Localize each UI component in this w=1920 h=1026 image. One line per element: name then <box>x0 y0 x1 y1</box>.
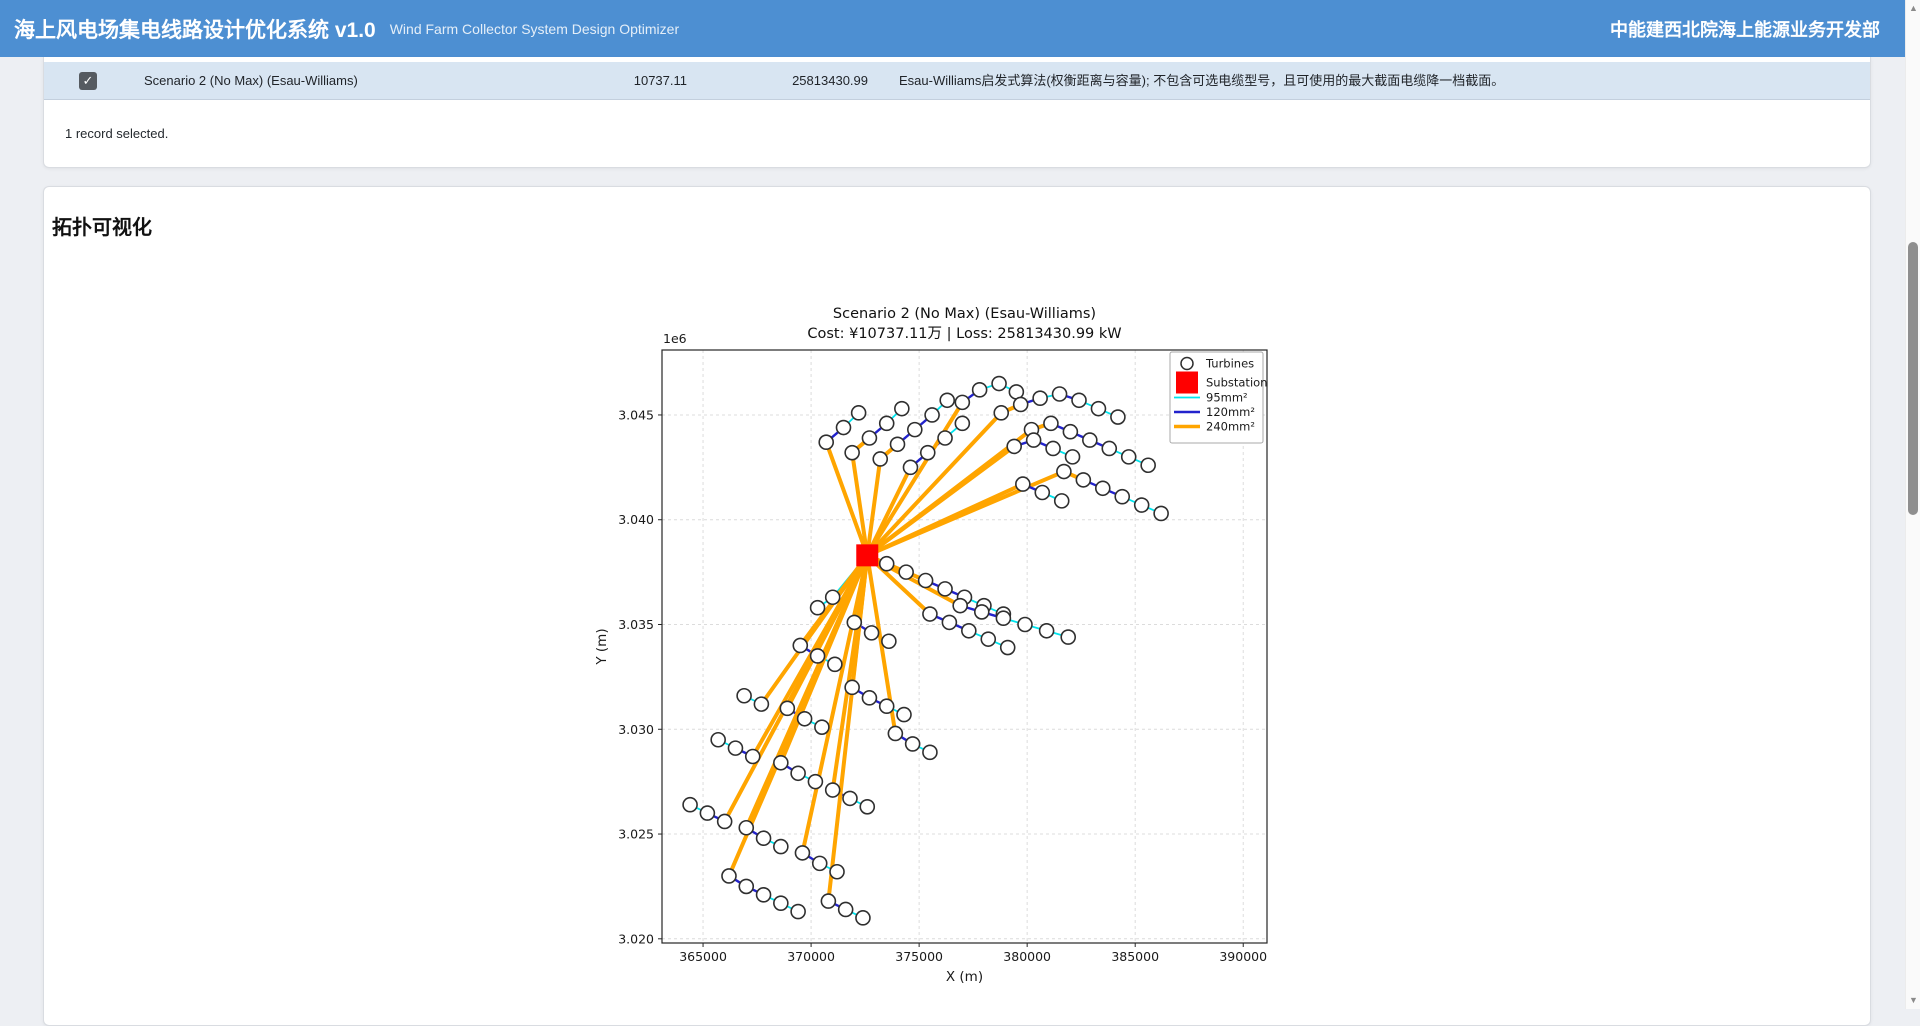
scroll-up-icon[interactable]: ▲ <box>1906 1 1920 16</box>
turbine-nodes <box>683 377 1168 925</box>
svg-text:390000: 390000 <box>1219 949 1267 964</box>
svg-text:3.040: 3.040 <box>618 512 654 527</box>
scroll-down-icon[interactable]: ▼ <box>1906 993 1920 1008</box>
svg-text:3.045: 3.045 <box>618 407 654 422</box>
svg-text:Substation: Substation <box>1206 376 1267 390</box>
scenario-cost: 10737.11 <box>564 62 687 100</box>
svg-text:3.035: 3.035 <box>618 617 654 632</box>
svg-text:3.030: 3.030 <box>618 722 654 737</box>
results-table-card: ✓ Scenario 2 (No Max) (Esau-Williams) 10… <box>43 57 1871 168</box>
app-header: 海上风电场集电线路设计优化系统 v1.0 Wind Farm Collector… <box>0 0 1920 57</box>
svg-text:380000: 380000 <box>1003 949 1051 964</box>
y-axis-label: Y (m) <box>594 628 610 665</box>
svg-text:385000: 385000 <box>1111 949 1159 964</box>
scenario-description: Esau-Williams启发式算法(权衡距离与容量); 不包含可选电缆型号，且… <box>899 62 1504 100</box>
app-title: 海上风电场集电线路设计优化系统 v1.0 <box>14 14 376 44</box>
topology-figure: 365000 370000 375000 380000 385000 390000 3.02… <box>560 295 1340 1010</box>
record-count: 1 record selected. <box>65 100 168 168</box>
svg-text:3.020: 3.020 <box>618 931 654 946</box>
scenario-name: Scenario 2 (No Max) (Esau-Williams) <box>144 62 358 100</box>
svg-text:240mm²: 240mm² <box>1206 420 1255 434</box>
svg-text:120mm²: 120mm² <box>1206 405 1255 419</box>
chart-title: Scenario 2 (No Max) (Esau-Williams) <box>833 306 1096 322</box>
topology-chart: 365000 370000 375000 380000 385000 390000 3.02… <box>560 295 1340 1010</box>
app-subtitle: Wind Farm Collector System Design Optimi… <box>390 21 679 37</box>
table-row[interactable]: ✓ Scenario 2 (No Max) (Esau-Williams) 10… <box>44 62 1870 100</box>
svg-text:3.025: 3.025 <box>618 827 654 842</box>
x-axis-label: X (m) <box>946 969 983 985</box>
svg-text:365000: 365000 <box>679 949 727 964</box>
chart-legend: Turbines Substation95mm²120mm²240mm² <box>1170 352 1267 443</box>
vertical-scrollbar[interactable]: ▲ ▼ <box>1905 0 1920 1009</box>
scenario-loss: 25813430.99 <box>704 62 868 100</box>
svg-text:Turbines: Turbines <box>1205 357 1254 371</box>
row-checkbox[interactable]: ✓ <box>79 72 97 90</box>
scrollbar-thumb[interactable] <box>1908 242 1918 515</box>
svg-text:370000: 370000 <box>787 949 835 964</box>
chart-subtitle: Cost: ¥10737.11万 | Loss: 25813430.99 kW <box>807 326 1121 342</box>
substation-marker <box>856 544 878 566</box>
org-name: 中能建西北院海上能源业务开发部 <box>1610 16 1880 42</box>
svg-text:375000: 375000 <box>895 949 943 964</box>
offset-text: 1e6 <box>663 331 687 346</box>
section-title: 拓扑可视化 <box>52 211 152 240</box>
svg-text:95mm²: 95mm² <box>1206 391 1248 405</box>
tick-labels: 365000 370000 375000 380000 385000 390000 3.02… <box>618 407 1267 964</box>
